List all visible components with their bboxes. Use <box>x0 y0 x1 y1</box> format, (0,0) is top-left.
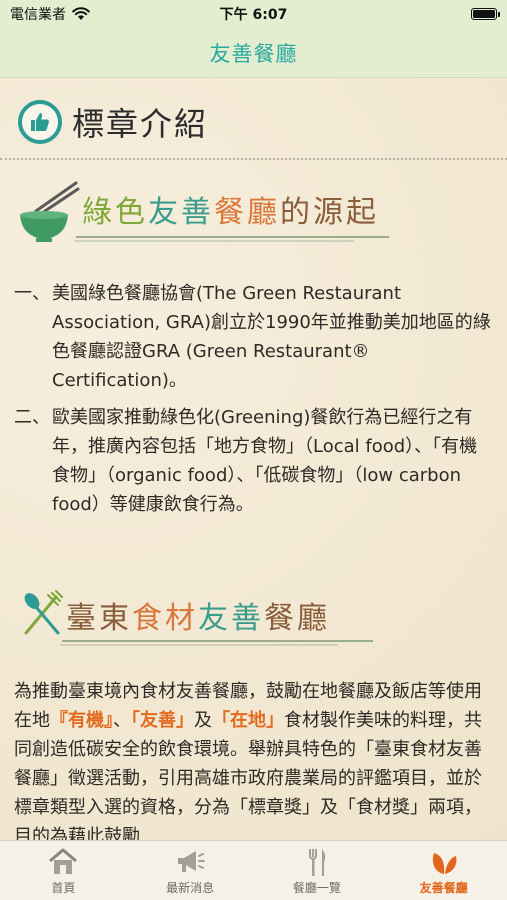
home-icon <box>49 848 78 874</box>
heading-part: 友善 <box>198 601 264 636</box>
heading-part: 臺東 <box>66 601 132 636</box>
heading-part: 餐廳 <box>214 195 280 230</box>
list-number: 一、 <box>14 283 50 304</box>
list-text: 美國綠色餐廳協會(The Green Restaurant Associatio… <box>52 283 491 391</box>
tab-label: 餐廳一覽 <box>292 881 341 895</box>
section-header: 標章介紹 <box>18 99 208 145</box>
status-bar: 電信業者 下午 6:07 <box>0 0 507 28</box>
thumbs-up-icon <box>18 100 62 144</box>
wifi-icon <box>72 7 90 20</box>
origin-heading: 綠色友善餐廳的源起 <box>14 179 394 249</box>
fork-knife-icon <box>308 849 325 876</box>
tab-restaurants[interactable]: 餐廳一覽 <box>254 841 381 900</box>
origin-list: 一、 美國綠色餐廳協會(The Green Restaurant Associa… <box>14 279 492 527</box>
heading-part: 餐廳 <box>264 601 330 636</box>
local-heading-text: 臺東食材友善餐廳 <box>66 593 330 637</box>
tab-label: 最新消息 <box>166 881 215 895</box>
megaphone-icon <box>178 851 206 872</box>
tab-friendly-restaurants[interactable]: 友善餐廳 <box>380 841 507 900</box>
list-item: 二、 歐美國家推動綠色化(Greening)餐飲行為已經行之有年，推廣內容包括「… <box>14 403 492 519</box>
list-number: 二、 <box>14 407 50 428</box>
tab-label: 首頁 <box>51 881 76 895</box>
origin-heading-text: 綠色友善餐廳的源起 <box>82 187 379 231</box>
list-text: 歐美國家推動綠色化(Greening)餐飲行為已經行之有年，推廣內容包括「地方食… <box>52 407 478 515</box>
section-title: 標章介紹 <box>72 105 209 143</box>
divider <box>0 158 507 160</box>
heading-part: 友善 <box>148 195 214 230</box>
highlight-friendly: 「友善」 <box>131 710 194 731</box>
local-paragraph: 為推動臺東境內食材友善餐廳，鼓勵在地餐廳及飯店等使用在地『有機』、「友善」及「在… <box>14 677 492 840</box>
tab-news[interactable]: 最新消息 <box>127 841 254 900</box>
tab-home[interactable]: 首頁 <box>0 841 127 900</box>
heading-part: 食材 <box>132 601 198 636</box>
paragraph-text: 及 <box>194 710 212 731</box>
list-item: 一、 美國綠色餐廳協會(The Green Restaurant Associa… <box>14 279 492 395</box>
status-time: 下午 6:07 <box>219 7 288 23</box>
local-heading: 臺東食材友善餐廳 <box>18 587 378 647</box>
tab-label: 友善餐廳 <box>419 881 468 895</box>
carrier-label: 電信業者 <box>10 7 66 23</box>
navigation-bar: 友善餐廳 <box>0 28 507 78</box>
paragraph-text: 、 <box>113 710 131 731</box>
page-title: 友善餐廳 <box>209 41 298 66</box>
leaf-icon <box>432 853 457 874</box>
heading-part: 綠色 <box>82 195 148 230</box>
content-scroll-area[interactable]: 標章介紹 綠色友善餐廳的源起 一、 美國綠色餐廳協會(The Green Res… <box>0 79 507 840</box>
heading-part: 的源起 <box>280 195 379 230</box>
highlight-organic: 『有機』 <box>50 710 113 731</box>
battery-icon <box>471 8 500 20</box>
tab-bar: 首頁 最新消息 餐廳一覽 友善餐廳 <box>0 840 507 900</box>
highlight-local: 「在地」 <box>212 710 284 731</box>
